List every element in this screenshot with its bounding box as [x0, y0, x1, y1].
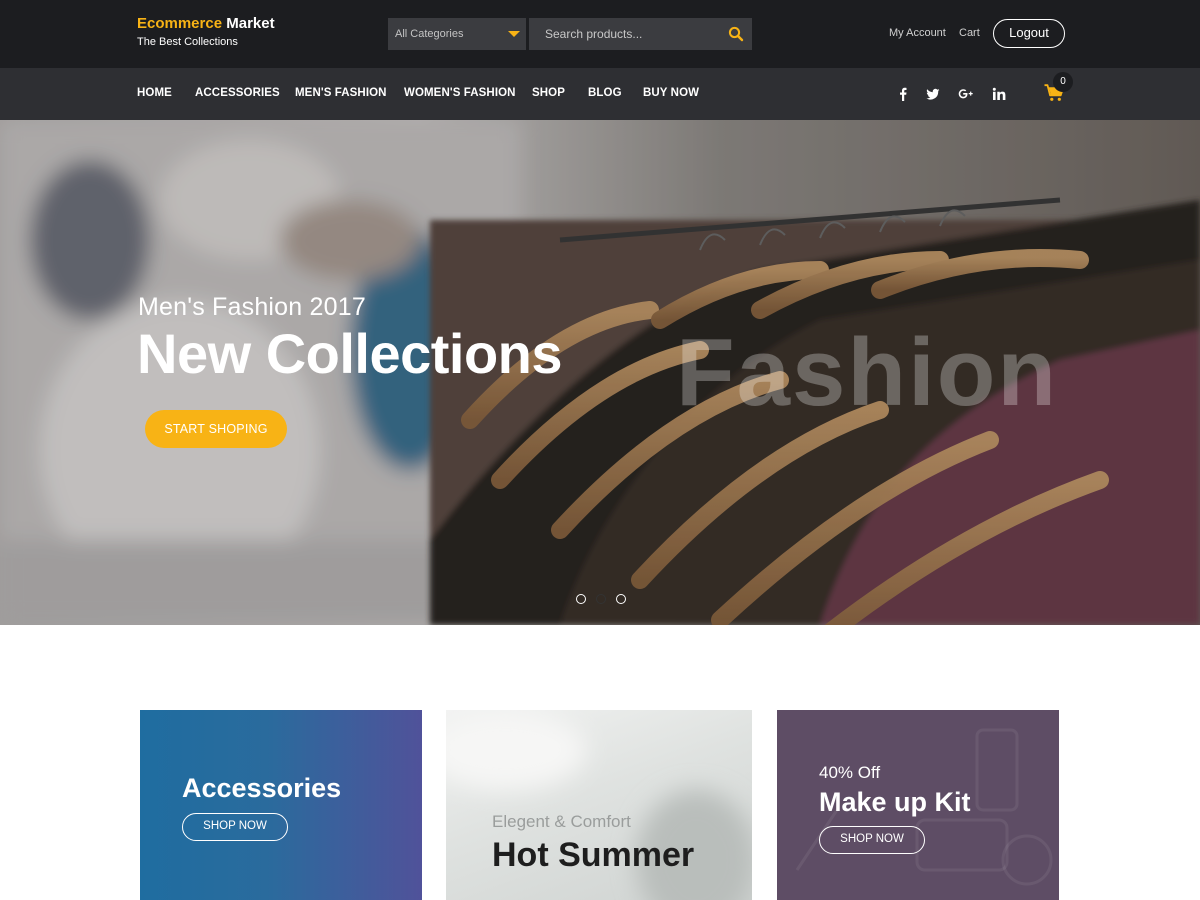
cart-link[interactable]: Cart — [959, 27, 980, 39]
main-nav: HOME ACCESSORIES MEN'S FASHION WOMEN'S F… — [0, 68, 1200, 120]
nav-item-womens-fashion[interactable]: WOMEN'S FASHION — [404, 87, 516, 99]
my-account-link[interactable]: My Account — [889, 27, 946, 39]
top-bar: Ecommerce Market The Best Collections Al… — [0, 0, 1200, 68]
google-plus-icon[interactable] — [958, 87, 974, 101]
slider-dot-3[interactable] — [616, 594, 626, 604]
promo-card-makeup-kit[interactable]: 40% Off Make up Kit SHOP NOW — [777, 710, 1059, 900]
nav-item-blog[interactable]: BLOG — [588, 87, 622, 99]
hero-subtitle: Men's Fashion 2017 — [138, 293, 366, 321]
caret-down-icon — [508, 31, 520, 37]
promo-hot-summer-title: Hot Summer — [492, 836, 695, 874]
category-select-value: All Categories — [395, 28, 464, 40]
search-box — [529, 18, 752, 50]
hero-title: New Collections — [137, 322, 563, 385]
slider-dot-2[interactable] — [596, 594, 606, 604]
cart-count-badge: 0 — [1053, 72, 1073, 92]
logout-button[interactable]: Logout — [993, 19, 1065, 48]
promo-makeup-discount: 40% Off — [819, 763, 881, 782]
promo-makeup-title: Make up Kit — [819, 787, 971, 817]
brand[interactable]: Ecommerce Market The Best Collections — [137, 14, 275, 51]
nav-item-buy-now[interactable]: BUY NOW — [643, 87, 699, 99]
search-icon[interactable] — [728, 26, 744, 42]
hero-slider: Men's Fashion 2017 New Collections Fashi… — [0, 120, 1200, 625]
brand-title-highlight: Ecommerce — [137, 15, 223, 32]
brand-tagline: The Best Collections — [137, 36, 238, 48]
promo-hot-summer-subtitle: Elegent & Comfort — [492, 812, 631, 831]
promo-card-hot-summer[interactable]: Elegent & Comfort Hot Summer — [446, 710, 752, 900]
category-select[interactable]: All Categories — [388, 18, 526, 50]
start-shopping-button[interactable]: START SHOPING — [145, 410, 287, 448]
nav-item-shop[interactable]: SHOP — [532, 87, 565, 99]
promo-accessories-title: Accessories — [182, 773, 342, 803]
brand-title: Ecommerce Market — [137, 14, 275, 33]
nav-item-home[interactable]: HOME — [137, 87, 172, 99]
makeup-shop-now-button[interactable]: SHOP NOW — [819, 826, 925, 854]
nav-item-accessories[interactable]: ACCESSORIES — [195, 87, 280, 99]
accessories-shop-now-button[interactable]: SHOP NOW — [182, 813, 288, 841]
search-input[interactable] — [529, 18, 719, 50]
linkedin-icon[interactable] — [992, 87, 1006, 101]
twitter-icon[interactable] — [926, 87, 940, 101]
nav-item-mens-fashion[interactable]: MEN'S FASHION — [295, 87, 387, 99]
slider-dot-1[interactable] — [576, 594, 586, 604]
facebook-icon[interactable] — [896, 87, 910, 101]
brand-title-rest: Market — [226, 15, 275, 32]
promo-card-accessories[interactable]: Accessories SHOP NOW — [140, 710, 422, 900]
hero-watermark-text: Fashion — [676, 319, 1059, 426]
